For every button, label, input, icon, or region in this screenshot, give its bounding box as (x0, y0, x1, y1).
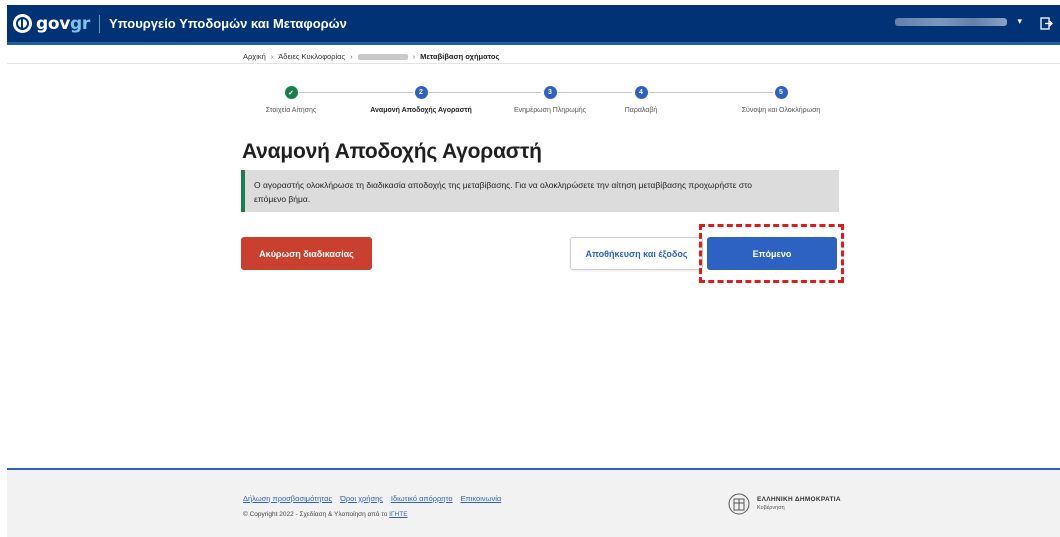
breadcrumb-separator: › (412, 52, 416, 61)
hellenic-republic-emblem-icon (728, 493, 750, 515)
gov-emblem-icon (13, 14, 32, 33)
breadcrumb-redacted[interactable] (357, 53, 408, 60)
terms-link[interactable]: Όροι χρήσης (340, 494, 383, 503)
breadcrumb-home[interactable]: Αρχική (243, 52, 266, 61)
copyright: © Copyright 2022 - Σχεδίαση & Υλοποίηση … (243, 511, 408, 518)
step-label: Παραλαβή (624, 107, 658, 114)
logo-text: govgr (36, 13, 90, 34)
gov-text: ΕΛΛΗΝΙΚΗ ΔΗΜΟΚΡΑΤΙΑ Κυβέρνηση (757, 495, 841, 513)
header-divider (98, 14, 100, 33)
next-button[interactable]: Επόμενο (707, 237, 837, 270)
user-name-redacted (895, 17, 1008, 26)
step-number: 2 (414, 86, 428, 99)
step-number: 4 (634, 86, 648, 99)
notice-text-line2: επόμενο βήμα. (254, 194, 311, 204)
step-2: 2 Αναμονή Αποδοχής Αγοραστή (361, 84, 481, 114)
step-label: Στοιχεία Αίτησης (265, 107, 317, 114)
success-notice: Ο αγοραστής ολοκλήρωσε τη διαδικασία απο… (241, 170, 839, 212)
govgr-logo[interactable]: govgr (13, 5, 90, 42)
step-1: ✓ Στοιχεία Αίτησης (231, 84, 351, 114)
step-label: Αναμονή Αποδοχής Αγοραστή (370, 107, 472, 114)
step-number: 5 (774, 86, 788, 99)
caret-down-icon: ▾ (1017, 16, 1022, 26)
step-4: 4 Παραλαβή (581, 84, 701, 114)
page-title: Αναμονή Αποδοχής Αγοραστή (242, 140, 542, 163)
check-icon: ✓ (284, 86, 298, 99)
step-number: 3 (543, 86, 557, 99)
gov-subtitle: Κυβέρνηση (757, 505, 785, 511)
copyright-link[interactable]: ΙΓΗΤΕ (389, 511, 407, 518)
gov-title: ΕΛΛΗΝΙΚΗ ΔΗΜΟΚΡΑΤΙΑ (757, 496, 841, 503)
logout-icon[interactable] (1038, 15, 1054, 31)
cancel-process-button[interactable]: Ακύρωση διαδικασίας (241, 237, 372, 270)
top-header: govgr Υπουργείο Υποδομών και Μεταφορών ▾ (7, 5, 1060, 42)
contact-link[interactable]: Επικοινωνία (461, 494, 502, 503)
footer-links: Δήλωση προσβασιμότητας Όροι χρήσης Ιδιωτ… (243, 494, 509, 503)
ministry-name: Υπουργείο Υποδομών και Μεταφορών (108, 16, 347, 31)
user-menu[interactable]: ▾ (895, 16, 1022, 27)
header-accent-bar (7, 42, 1060, 45)
breadcrumb-current: Μεταβίβαση οχήματος (420, 52, 500, 61)
privacy-link[interactable]: Ιδιωτικό απόρρητο (391, 494, 453, 503)
accessibility-link[interactable]: Δήλωση προσβασιμότητας (243, 494, 332, 503)
notice-text-line1: Ο αγοραστής ολοκλήρωσε τη διαδικασία απο… (254, 180, 753, 190)
step-label: Σύνοψη και Ολοκλήρωση (741, 107, 821, 114)
copyright-text: © Copyright 2022 - Σχεδίαση & Υλοποίηση … (243, 511, 388, 518)
progress-stepper: ✓ Στοιχεία Αίτησης 2 Αναμονή Αποδοχής Αγ… (243, 84, 841, 124)
breadcrumb: Αρχική › Άδειες Κυκλοφορίας › › Μεταβίβα… (243, 52, 499, 61)
footer: Δήλωση προσβασιμότητας Όροι χρήσης Ιδιωτ… (7, 470, 1060, 537)
hellenic-republic-logo: ΕΛΛΗΝΙΚΗ ΔΗΜΟΚΡΑΤΙΑ Κυβέρνηση (728, 493, 841, 515)
breadcrumb-licenses[interactable]: Άδειες Κυκλοφορίας (278, 52, 345, 61)
breadcrumb-divider (7, 63, 1060, 64)
save-and-exit-button[interactable]: Αποθήκευση και έξοδος (570, 237, 703, 270)
breadcrumb-separator: › (350, 52, 353, 61)
step-5: 5 Σύνοψη και Ολοκλήρωση (721, 84, 841, 114)
breadcrumb-separator: › (270, 52, 274, 61)
